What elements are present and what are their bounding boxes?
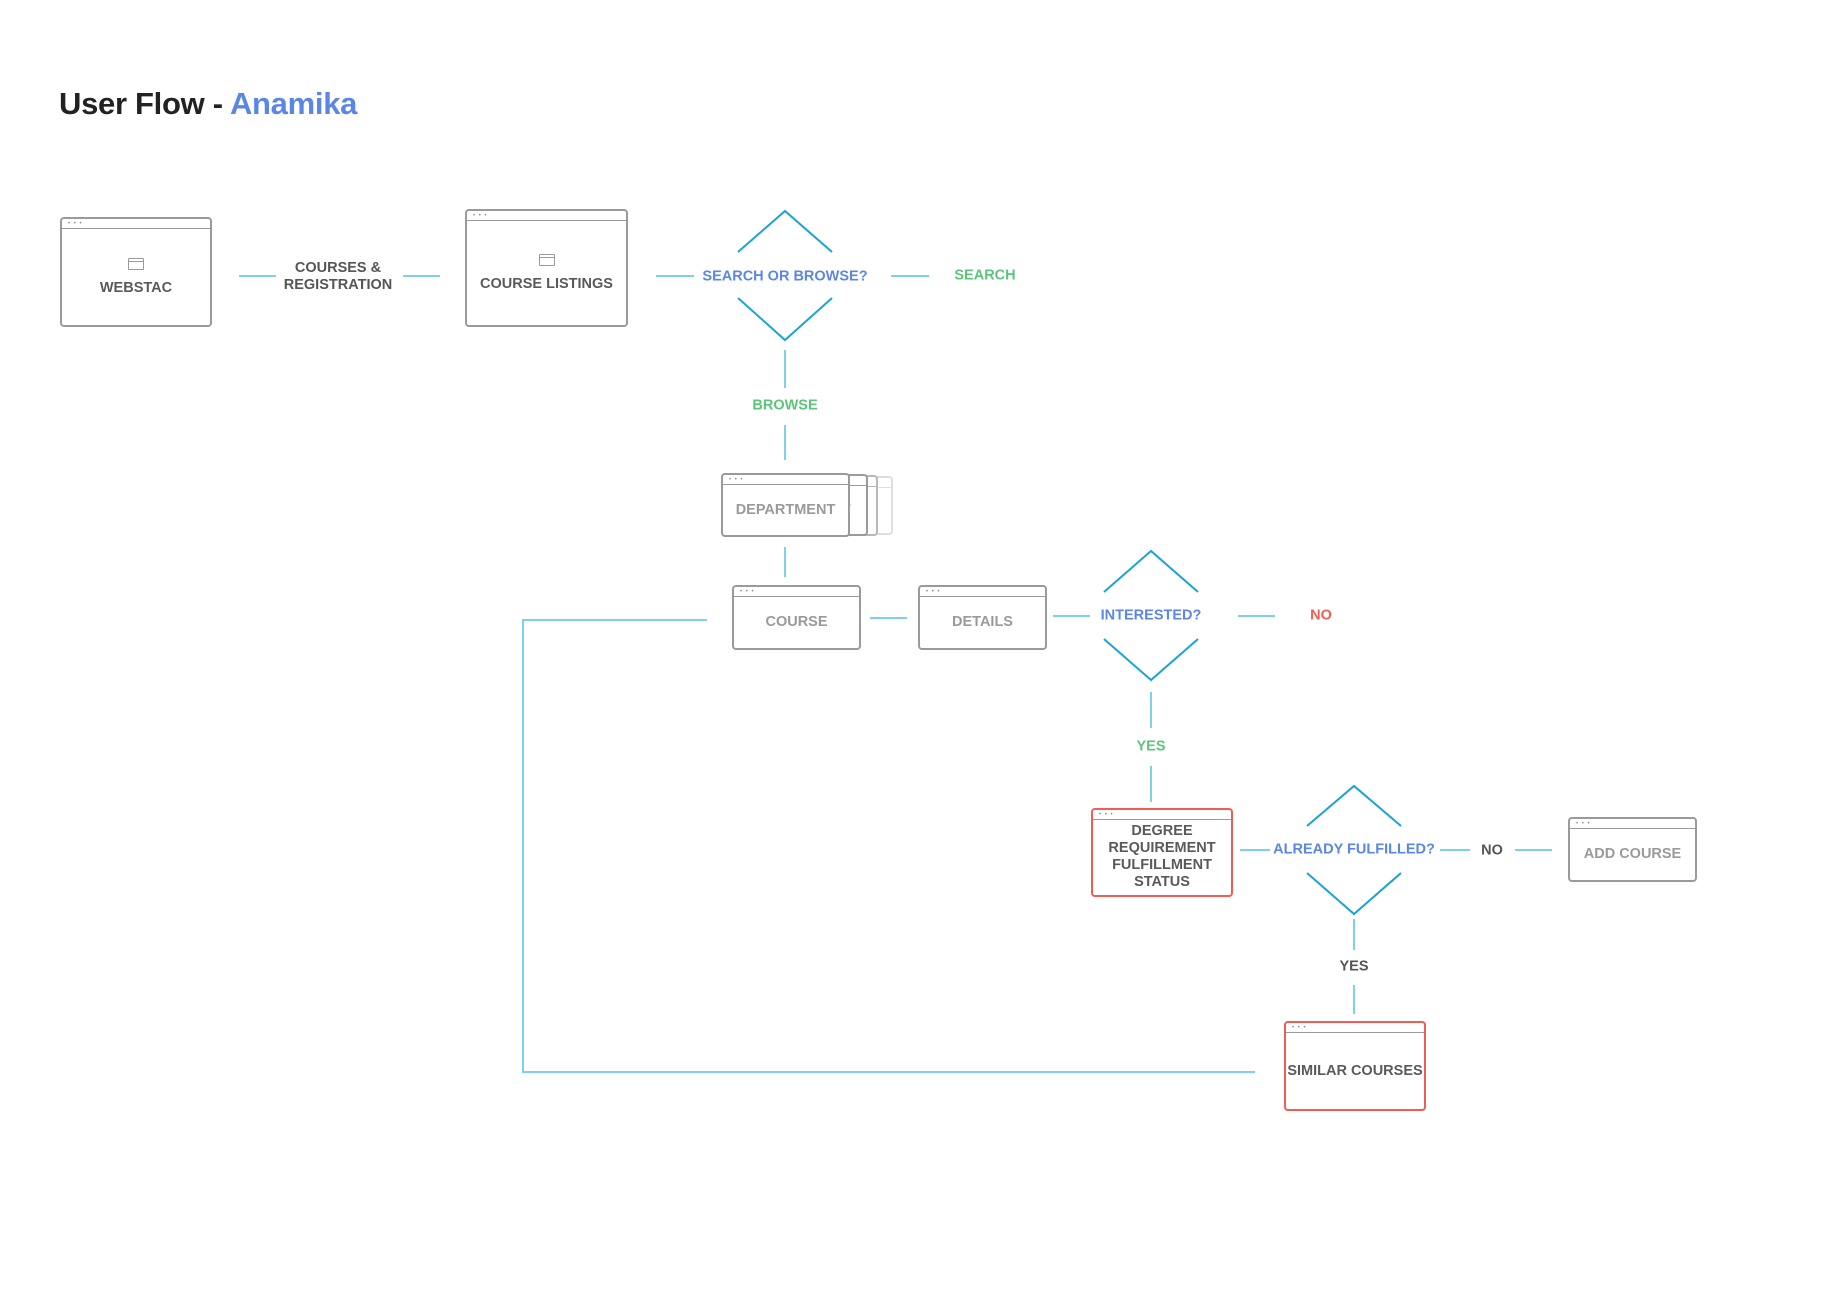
screen-similar-courses: • • • SIMILAR COURSES	[1284, 1021, 1426, 1111]
decision-fulfilled-bottom	[1306, 872, 1402, 916]
screen-details: • • • DETAILS	[918, 585, 1047, 650]
screen-label: SIMILAR COURSES	[1287, 1062, 1423, 1079]
decision-label-interested: INTERESTED?	[1100, 607, 1202, 624]
window-dots-icon: • • •	[926, 589, 941, 595]
decision-search-or-browse-top	[737, 209, 833, 253]
decision-label-search-or-browse: SEARCH OR BROWSE?	[702, 268, 868, 285]
decision-search-or-browse-bottom	[737, 297, 833, 342]
edge-label-browse: BROWSE	[752, 397, 818, 414]
screen-department: • • • DEPARTMENT	[721, 473, 850, 537]
edge-label-courses-registration: COURSES & REGISTRATION	[283, 260, 393, 293]
decision-interested-top	[1103, 549, 1199, 593]
screen-label: COURSE LISTINGS	[480, 275, 613, 292]
screen-label: WEBSTAC	[99, 279, 173, 296]
screen-course: • • • COURSE	[732, 585, 861, 650]
edge-label-search: SEARCH	[954, 267, 1016, 284]
edge-label-interested-no: NO	[1310, 607, 1332, 624]
window-dots-icon: • • •	[473, 213, 488, 219]
screen-label: DETAILS	[952, 614, 1013, 630]
browser-window-icon	[128, 257, 144, 270]
screen-label: COURSE	[765, 614, 828, 630]
decision-interested-bottom	[1103, 638, 1199, 682]
window-dots-icon: • • •	[729, 477, 744, 483]
decision-label-already-fulfilled: ALREADY FULFILLED?	[1273, 841, 1435, 858]
screen-course-listings: • • • COURSE LISTINGS	[465, 209, 628, 327]
screen-label: DEPARTMENT	[735, 501, 836, 518]
browser-window-icon	[538, 253, 555, 266]
screen-webstac: • • • WEBSTAC	[60, 217, 212, 327]
window-dots-icon: • • •	[1576, 821, 1591, 827]
edge-label-fulfilled-no: NO	[1481, 842, 1503, 859]
decision-fulfilled-top	[1306, 784, 1402, 827]
window-dots-icon: • • •	[740, 589, 755, 595]
screen-label: ADD COURSE	[1583, 846, 1682, 862]
connectors-layer	[239, 209, 1552, 1073]
edge-label-interested-yes: YES	[1136, 738, 1166, 755]
window-dots-icon: • • •	[68, 221, 83, 227]
window-dots-icon: • • •	[1292, 1025, 1307, 1031]
screen-degree-requirement-status: • • • DEGREE REQUIREMENT FULFILLMENT STA…	[1091, 808, 1233, 897]
screen-add-course: • • • ADD COURSE	[1568, 817, 1697, 882]
edge-label-fulfilled-yes: YES	[1339, 958, 1369, 975]
